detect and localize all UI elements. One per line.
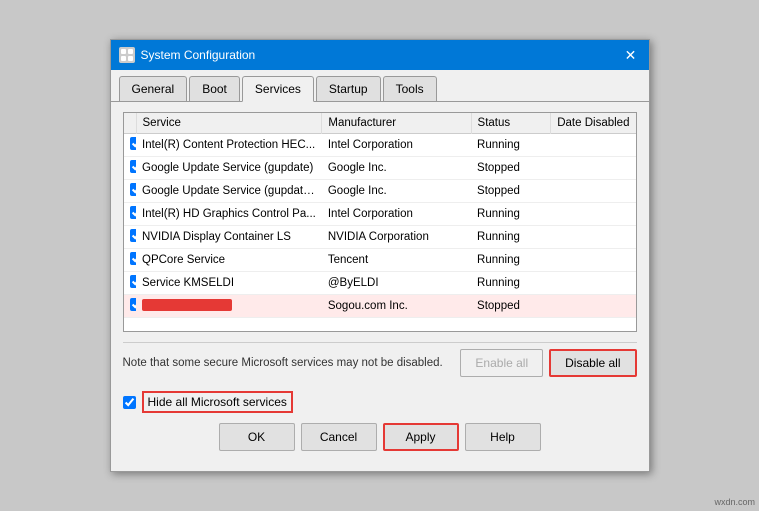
service-date-1 [551, 157, 636, 180]
service-status-5: Running [471, 249, 551, 272]
tab-general[interactable]: General [119, 76, 188, 101]
help-button[interactable]: Help [465, 423, 541, 451]
service-table: Service Manufacturer Status Date Disable… [124, 113, 636, 318]
service-table-container: Service Manufacturer Status Date Disable… [123, 112, 637, 332]
service-checkbox-3[interactable] [130, 206, 137, 219]
service-checkbox-0[interactable] [130, 137, 137, 150]
window-title: System Configuration [141, 48, 256, 62]
service-checkbox-5[interactable] [130, 252, 137, 265]
service-manufacturer-4: NVIDIA Corporation [322, 226, 471, 249]
note-text: Note that some secure Microsoft services… [123, 357, 443, 369]
disable-all-button[interactable]: Disable all [549, 349, 636, 377]
service-status-6: Running [471, 272, 551, 295]
service-checkbox-2[interactable] [130, 183, 137, 196]
hide-ms-row: Hide all Microsoft services [123, 391, 637, 413]
system-config-window: System Configuration ✕ General Boot Serv… [110, 39, 650, 472]
service-date-0 [551, 134, 636, 157]
service-manufacturer-0: Intel Corporation [322, 134, 471, 157]
service-checkbox-1[interactable] [130, 160, 137, 173]
service-name-4: NVIDIA Display Container LS [136, 226, 322, 249]
service-checkbox-6[interactable] [130, 275, 137, 288]
service-name-0: Intel(R) Content Protection HEC... [136, 134, 322, 157]
tab-tools[interactable]: Tools [383, 76, 437, 101]
note-row: Note that some secure Microsoft services… [123, 342, 637, 383]
service-name-7 [136, 295, 322, 318]
col-header-status: Status [471, 113, 551, 134]
window-icon [119, 47, 135, 63]
service-date-7 [551, 295, 636, 318]
title-bar-left: System Configuration [119, 47, 256, 63]
service-status-0: Running [471, 134, 551, 157]
service-name-2: Google Update Service (gupdatem) [136, 180, 322, 203]
tab-bar: General Boot Services Startup Tools [111, 70, 649, 102]
hide-microsoft-checkbox[interactable] [123, 396, 136, 409]
service-manufacturer-6: @ByELDI [322, 272, 471, 295]
bottom-buttons: OK Cancel Apply Help [123, 423, 637, 461]
service-date-2 [551, 180, 636, 203]
service-checkbox-7[interactable] [130, 298, 137, 311]
hide-microsoft-label[interactable]: Hide all Microsoft services [142, 391, 293, 413]
tab-startup[interactable]: Startup [316, 76, 381, 101]
service-date-6 [551, 272, 636, 295]
service-name-5: QPCore Service [136, 249, 322, 272]
service-status-2: Stopped [471, 180, 551, 203]
service-status-1: Stopped [471, 157, 551, 180]
service-status-4: Running [471, 226, 551, 249]
enable-disable-group: Enable all Disable all [460, 349, 636, 377]
watermark: wxdn.com [714, 497, 755, 507]
enable-all-button[interactable]: Enable all [460, 349, 543, 377]
service-checkbox-4[interactable] [130, 229, 137, 242]
service-manufacturer-7: Sogou.com Inc. [322, 295, 471, 318]
col-header-check [124, 113, 137, 134]
service-manufacturer-5: Tencent [322, 249, 471, 272]
ok-button[interactable]: OK [219, 423, 295, 451]
service-manufacturer-3: Intel Corporation [322, 203, 471, 226]
content-area: Service Manufacturer Status Date Disable… [111, 102, 649, 471]
tab-services[interactable]: Services [242, 76, 314, 102]
apply-button[interactable]: Apply [383, 423, 459, 451]
service-date-3 [551, 203, 636, 226]
col-header-date: Date Disabled [551, 113, 636, 134]
service-status-3: Running [471, 203, 551, 226]
service-manufacturer-2: Google Inc. [322, 180, 471, 203]
service-date-5 [551, 249, 636, 272]
service-date-4 [551, 226, 636, 249]
service-name-6: Service KMSELDI [136, 272, 322, 295]
cancel-button[interactable]: Cancel [301, 423, 377, 451]
service-name-1: Google Update Service (gupdate) [136, 157, 322, 180]
service-manufacturer-1: Google Inc. [322, 157, 471, 180]
tab-boot[interactable]: Boot [189, 76, 240, 101]
close-button[interactable]: ✕ [621, 45, 641, 65]
col-header-service: Service [136, 113, 322, 134]
service-status-7: Stopped [471, 295, 551, 318]
col-header-manufacturer: Manufacturer [322, 113, 471, 134]
title-bar: System Configuration ✕ [111, 40, 649, 70]
service-name-3: Intel(R) HD Graphics Control Pa... [136, 203, 322, 226]
